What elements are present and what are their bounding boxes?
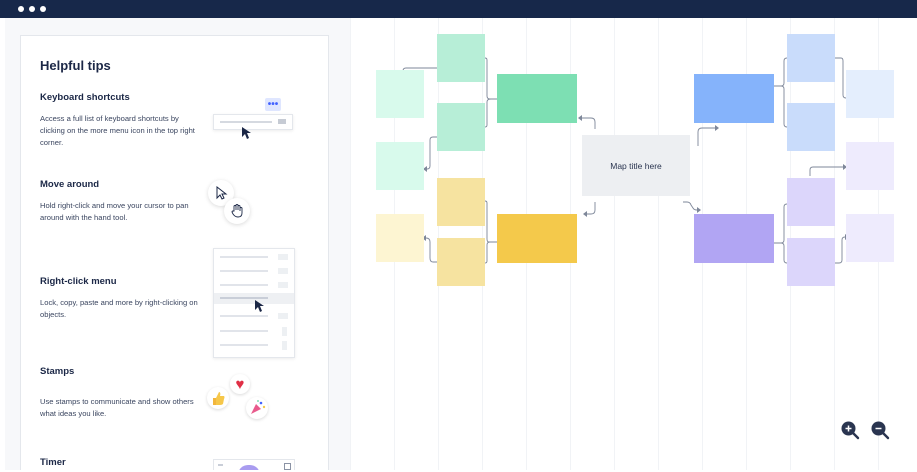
- sticky-note[interactable]: [846, 142, 894, 190]
- select-arrow-icon: [216, 186, 228, 200]
- thumbs-up-stamp-icon: [207, 387, 229, 409]
- sticky-note[interactable]: [437, 238, 485, 286]
- party-popper-stamp-icon: [246, 397, 268, 419]
- sticky-note[interactable]: [376, 70, 424, 118]
- sticky-note-main[interactable]: [694, 214, 774, 263]
- sticky-note-main[interactable]: [497, 214, 577, 263]
- tip-title-timer: Timer: [40, 457, 66, 468]
- toolbar-mock: [213, 114, 293, 130]
- tip-title-stamps: Stamps: [40, 366, 75, 377]
- sticky-note[interactable]: [846, 214, 894, 262]
- sticky-note[interactable]: [437, 34, 485, 82]
- tip-desc-right-click-menu: Lock, copy, paste and more by right-clic…: [40, 298, 198, 319]
- cursor-arrow-icon: [242, 127, 251, 139]
- window-titlebar: [0, 0, 917, 18]
- helpful-tips-panel: Helpful tips Keyboard shortcuts Access a…: [20, 35, 329, 470]
- tip-title-move-around: Move around: [40, 179, 100, 190]
- stamps-illustration: ♥: [207, 374, 277, 424]
- sticky-note[interactable]: [437, 103, 485, 151]
- sticky-note[interactable]: [787, 34, 835, 82]
- window-dot-icon[interactable]: [18, 6, 24, 12]
- tip-desc-move-around: Hold right-click and move your cursor to…: [40, 201, 189, 222]
- window-dot-icon[interactable]: [29, 6, 35, 12]
- sticky-note-main[interactable]: [694, 74, 774, 123]
- keyboard-shortcuts-illustration: •••: [211, 98, 301, 143]
- tip-desc-keyboard-shortcuts: Access a full list of keyboard shortcuts…: [40, 114, 195, 147]
- sticky-note[interactable]: [846, 70, 894, 118]
- more-icon[interactable]: •••: [265, 98, 281, 111]
- mindmap-central-topic[interactable]: Map title here: [582, 135, 690, 196]
- move-around-illustration: [206, 178, 266, 228]
- heart-stamp-icon: ♥: [230, 374, 250, 394]
- panel-title: Helpful tips: [40, 58, 111, 73]
- sticky-note[interactable]: [376, 142, 424, 190]
- tip-title-right-click-menu: Right-click menu: [40, 276, 117, 287]
- sticky-note[interactable]: [376, 214, 424, 262]
- zoom-in-icon[interactable]: [840, 420, 860, 440]
- zoom-out-icon[interactable]: [870, 420, 890, 440]
- app-frame: Helpful tips Keyboard shortcuts Access a…: [5, 18, 912, 470]
- tip-desc-stamps: Use stamps to communicate and show other…: [40, 397, 194, 418]
- hand-tool-icon: [231, 204, 243, 218]
- sticky-note-main[interactable]: [497, 74, 577, 123]
- tip-title-keyboard-shortcuts: Keyboard shortcuts: [40, 92, 130, 103]
- cursor-arrow-icon: [255, 300, 264, 312]
- sticky-note[interactable]: [787, 103, 835, 151]
- context-menu-illustration: [213, 248, 295, 358]
- timer-illustration: [213, 459, 295, 470]
- window-dot-icon[interactable]: [40, 6, 46, 12]
- sticky-note[interactable]: [787, 238, 835, 286]
- sticky-note[interactable]: [787, 178, 835, 226]
- sticky-note[interactable]: [437, 178, 485, 226]
